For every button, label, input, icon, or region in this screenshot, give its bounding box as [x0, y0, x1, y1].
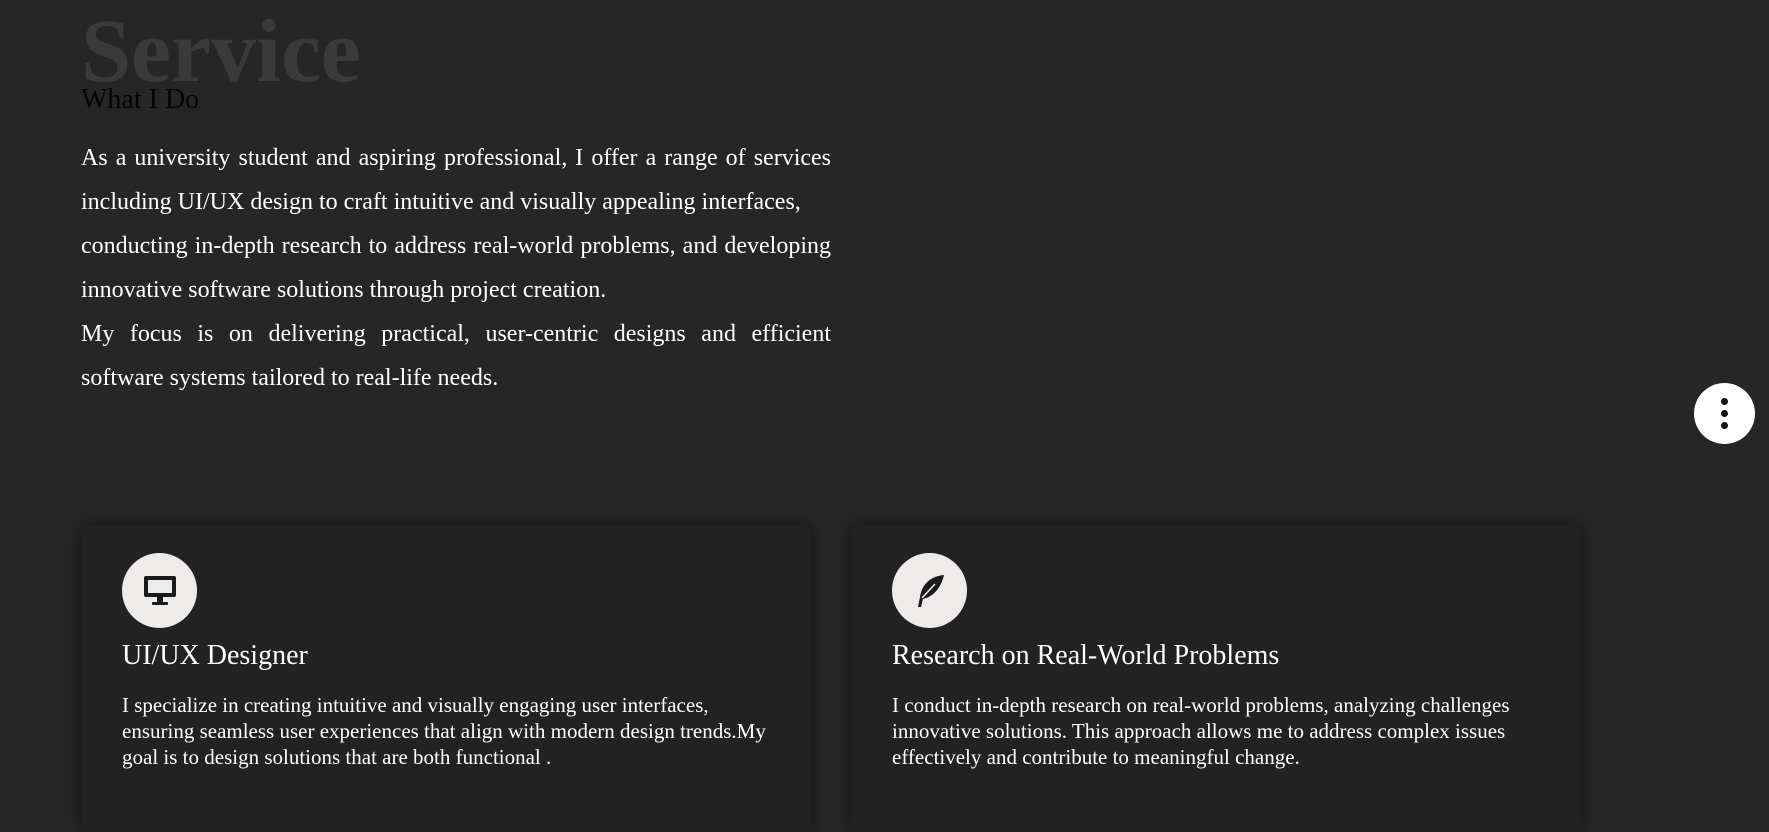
service-section: Service What I Do As a university studen…: [81, 0, 1581, 832]
card-description: I specialize in creating intuitive and v…: [122, 693, 766, 769]
card-title: UI/UX Designer: [122, 640, 308, 671]
section-subtitle: What I Do: [81, 84, 200, 115]
intro-text: As a university student and aspiring pro…: [81, 136, 831, 400]
intro-paragraph: As a university student and aspiring pro…: [81, 145, 831, 215]
service-card-uiux: UI/UX Designer I specialize in creating …: [81, 525, 811, 832]
feather-icon: [892, 553, 967, 628]
more-options-button[interactable]: [1694, 383, 1755, 444]
intro-paragraph: conducting in-depth research to address …: [81, 233, 831, 303]
intro-paragraph: My focus is on delivering practical, use…: [81, 321, 831, 391]
vertical-dots-menu-icon: [1721, 422, 1728, 429]
vertical-dots-menu-icon: [1721, 398, 1728, 405]
card-title: Research on Real-World Problems: [892, 640, 1280, 671]
card-description: I conduct in-depth research on real-worl…: [892, 693, 1510, 769]
desktop-icon: [122, 553, 197, 628]
vertical-dots-menu-icon: [1721, 410, 1728, 417]
service-card-research: Research on Real-World Problems I conduc…: [851, 525, 1581, 832]
